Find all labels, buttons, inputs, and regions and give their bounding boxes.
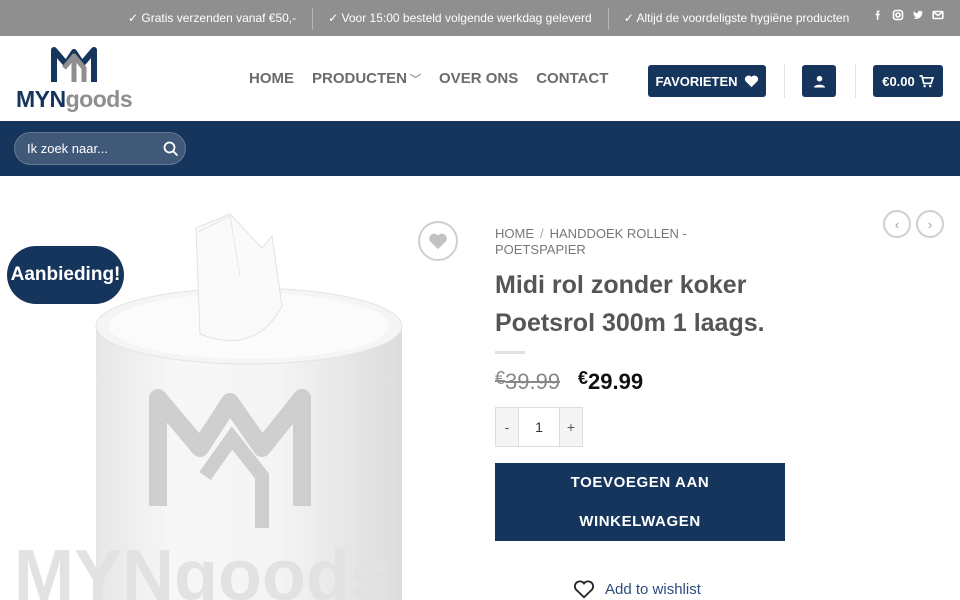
usp-delivery: ✓ Voor 15:00 besteld volgende werkdag ge… [312,8,608,30]
nav-item-contact[interactable]: CONTACT [536,70,608,87]
nav-item-over-ons[interactable]: OVER ONS [439,70,518,87]
nav-item-producten[interactable]: PRODUCTEN ﹀ [312,70,421,87]
nav-item-producten-label: PRODUCTEN [312,70,408,87]
sale-badge: Aanbieding! [7,246,124,304]
cart-icon [919,74,934,87]
add-to-cart-label-line-1: TOEVOEGEN AAN [570,474,710,491]
search-bar-band [0,121,960,176]
site-header: MYNgoods HOME PRODUCTEN ﹀ OVER ONS CONTAC… [0,36,960,121]
email-icon[interactable] [932,9,944,24]
main-nav: HOME PRODUCTEN ﹀ OVER ONS CONTACT [249,70,608,87]
usp-list: ✓ Gratis verzenden vanaf €50,- ✓ Voor 15… [112,0,865,36]
product-title-line-1: Midi rol zonder koker [495,271,747,299]
price-old-value: 39.99 [505,369,561,394]
chevron-left-icon: ‹ [894,216,900,232]
quantity-increase-button[interactable]: + [560,408,582,446]
user-icon [813,75,825,88]
quantity-decrease-button[interactable]: - [496,408,518,446]
facebook-icon[interactable] [872,9,884,24]
nav-item-home[interactable]: HOME [249,70,294,87]
breadcrumb-home[interactable]: HOME [495,226,534,241]
site-logo[interactable]: MYNgoods [14,42,136,116]
add-to-cart-button[interactable]: TOEVOEGEN AAN WINKELWAGEN [495,463,785,541]
cart-total: €0.00 [882,73,915,89]
instagram-icon[interactable] [892,9,904,24]
quantity-input[interactable]: 1 [518,408,560,446]
chevron-right-icon: › [927,216,933,232]
price-new: €29.99 [578,368,643,395]
product-title: Midi rol zonder koker Poetsrol 300m 1 la… [495,266,795,342]
twitter-icon[interactable] [912,9,924,24]
cart-button[interactable]: €0.00 [873,65,943,97]
header-divider [784,64,785,98]
next-product-button[interactable]: › [916,210,944,238]
usp-price: ✓ Altijd de voordeligste hygiëne product… [607,8,866,30]
currency-symbol: € [578,368,589,388]
account-button[interactable] [802,65,836,97]
logo-wordmark: MYNgoods [16,86,133,113]
heart-icon [744,75,758,88]
currency-symbol: € [495,368,506,388]
breadcrumb-separator: / [540,226,544,241]
product-image[interactable]: MYNgoods [0,176,470,600]
header-divider [855,64,856,98]
price-new-value: 29.99 [588,369,644,394]
favorites-label: FAVORIETEN [655,73,738,89]
logo-mark-icon [51,47,97,82]
breadcrumb: HOME / HANDDOEK ROLLEN - POETSPAPIER [495,226,725,258]
search-input[interactable] [15,141,157,156]
wishlist-label: Add to wishlist [605,580,701,598]
social-links [872,9,944,24]
add-to-wishlist-link[interactable]: Add to wishlist [573,579,701,599]
logo-text-goods: goods [65,86,133,112]
search-box [14,132,186,165]
image-wishlist-button[interactable] [418,221,458,261]
image-watermark: MYNgoods [14,536,390,600]
favorites-button[interactable]: FAVORIETEN [648,65,766,97]
logo-text-myn: MYN [16,86,66,112]
quantity-stepper: - 1 + [495,407,583,447]
title-divider [495,351,525,354]
chevron-down-icon: ﹀ [410,74,422,86]
heart-outline-icon [573,580,595,599]
add-to-cart-label-line-2: WINKELWAGEN [579,513,701,530]
heart-icon [429,233,447,250]
price-old: €39.99 [495,368,560,395]
usp-shipping: ✓ Gratis verzenden vanaf €50,- [128,11,297,25]
paper-roll-image: MYNgoods [14,213,403,600]
top-bar: ✓ Gratis verzenden vanaf €50,- ✓ Voor 15… [0,0,960,36]
search-icon[interactable] [157,141,185,157]
previous-product-button[interactable]: ‹ [883,210,911,238]
product-title-line-2: Poetsrol 300m 1 laags. [495,309,765,337]
